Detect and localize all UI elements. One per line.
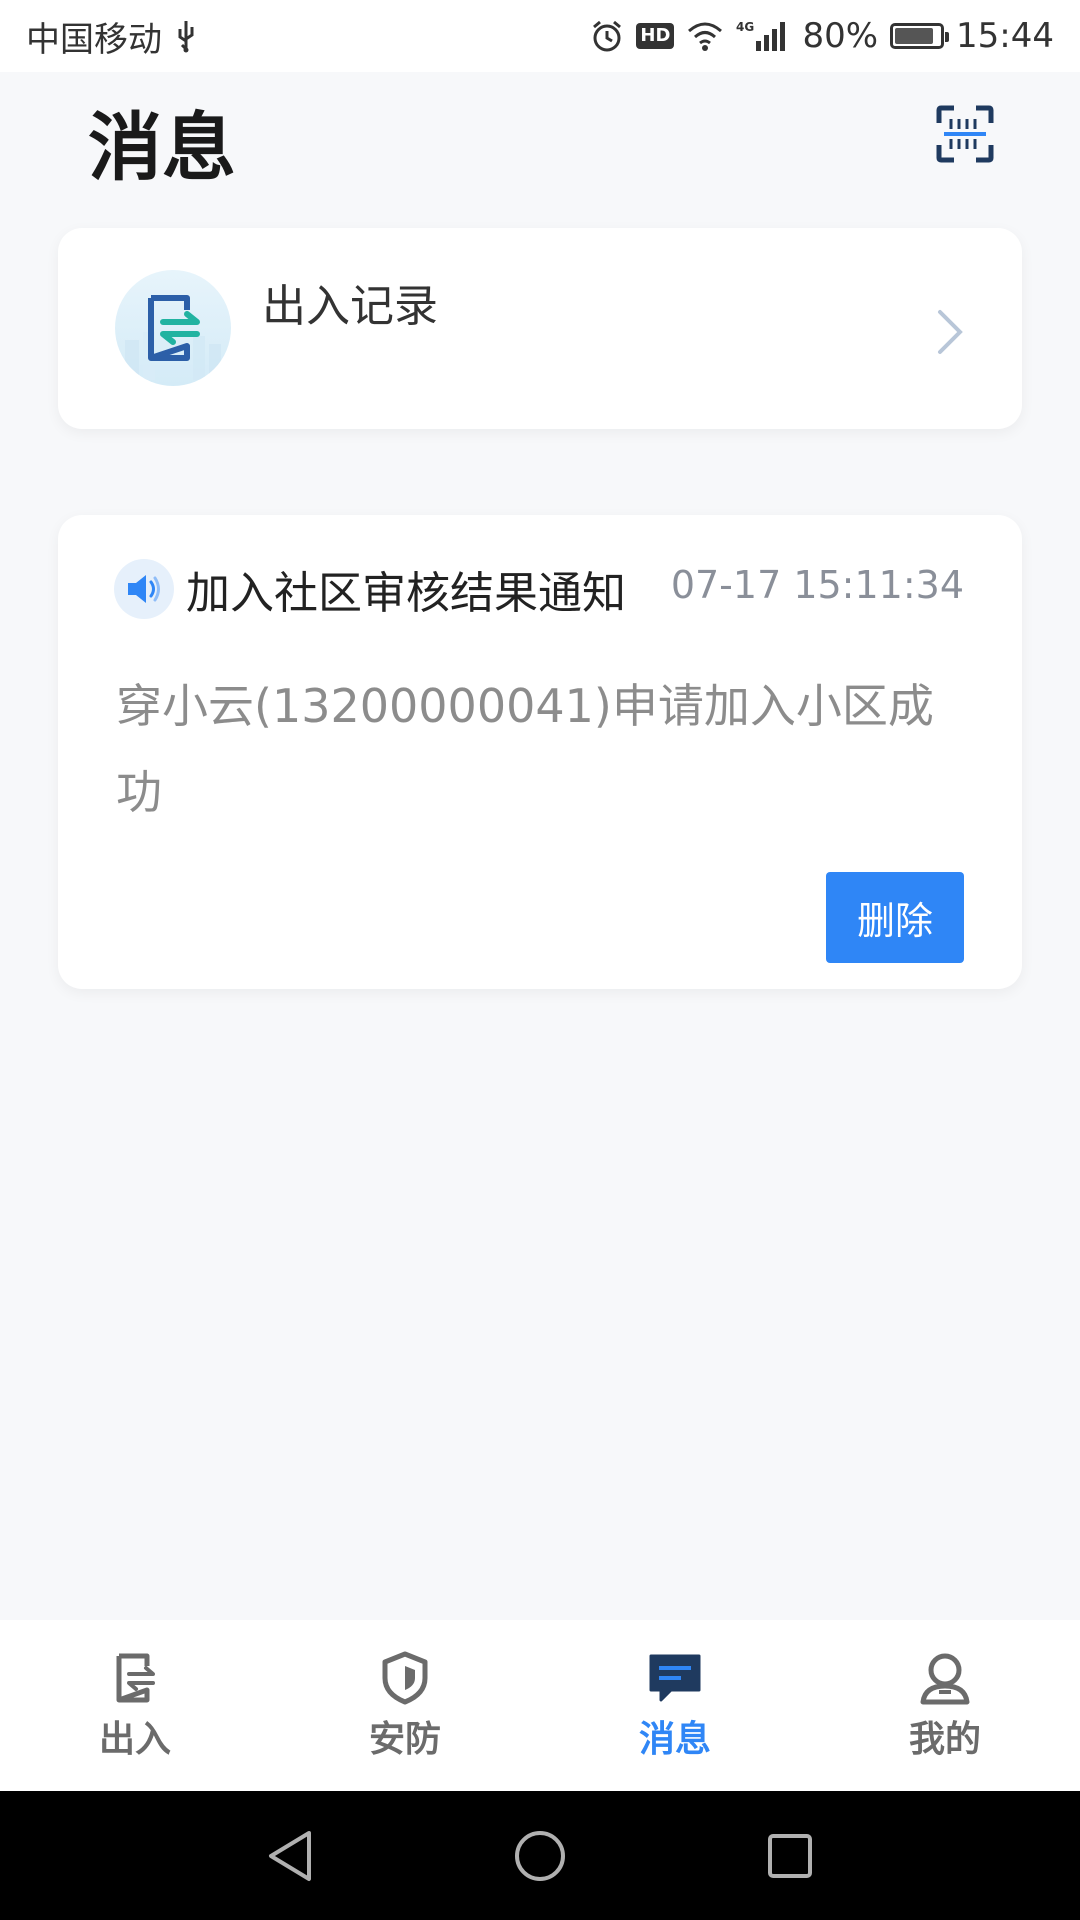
status-left: 中国移动 [26, 12, 198, 61]
battery-icon [890, 23, 950, 49]
svg-text:4G: 4G [736, 20, 754, 34]
user-icon [920, 1653, 970, 1704]
entry-exit-icon [115, 270, 231, 386]
entry-record-label: 出入记录 [262, 281, 438, 332]
message-icon [649, 1654, 701, 1701]
tab-entry[interactable]: 出入 [0, 1620, 270, 1791]
shield-icon [382, 1651, 428, 1704]
tab-messages[interactable]: 消息 [540, 1620, 810, 1791]
notice-body: 穿小云(13200000041)申请加入小区成功 [116, 679, 934, 819]
recents-square-icon [768, 1833, 812, 1878]
system-nav-bar [0, 1791, 1080, 1920]
status-bar: 中国移动 HD 4G 80% 15:44 [0, 0, 1080, 72]
battery-percent: 80% [802, 16, 879, 56]
tab-mine[interactable]: 我的 [810, 1620, 1080, 1791]
back-triangle-icon [269, 1830, 311, 1881]
back-button[interactable] [260, 1826, 320, 1886]
home-button[interactable] [510, 1826, 570, 1886]
hd-badge: HD [636, 23, 675, 49]
entry-record-card[interactable]: 出入记录 [58, 228, 1022, 429]
tab-mine-label: 我的 [908, 1718, 981, 1760]
home-circle-icon [515, 1830, 565, 1881]
status-right: HD 4G 80% 15:44 [590, 16, 1054, 56]
usb-icon [174, 19, 198, 53]
entry-icon [116, 1653, 155, 1702]
tab-security-label: 安防 [368, 1718, 441, 1760]
tab-messages-label: 消息 [638, 1718, 711, 1760]
delete-button[interactable]: 删除 [826, 872, 964, 963]
recents-button[interactable] [760, 1826, 820, 1886]
tab-entry-label: 出入 [98, 1718, 171, 1760]
scan-icon [936, 105, 994, 163]
clock: 15:44 [956, 16, 1054, 56]
tab-bar: 出入 安防 消息 我的 [0, 1620, 1080, 1791]
notice-title: 加入社区审核结果通知 [186, 568, 626, 619]
signal-icon: 4G [736, 19, 790, 53]
notice-card: 加入社区审核结果通知 07-17 15:11:34 穿小云(1320000004… [58, 515, 1022, 989]
page-title: 消息 [88, 105, 236, 191]
wifi-icon [686, 20, 724, 52]
alarm-icon [590, 19, 624, 53]
carrier-label: 中国移动 [26, 19, 162, 60]
speaker-icon [114, 559, 174, 619]
chevron-right-icon [938, 310, 963, 354]
scan-button[interactable] [936, 105, 994, 163]
notice-time: 07-17 15:11:34 [670, 563, 964, 607]
tab-security[interactable]: 安防 [270, 1620, 540, 1791]
